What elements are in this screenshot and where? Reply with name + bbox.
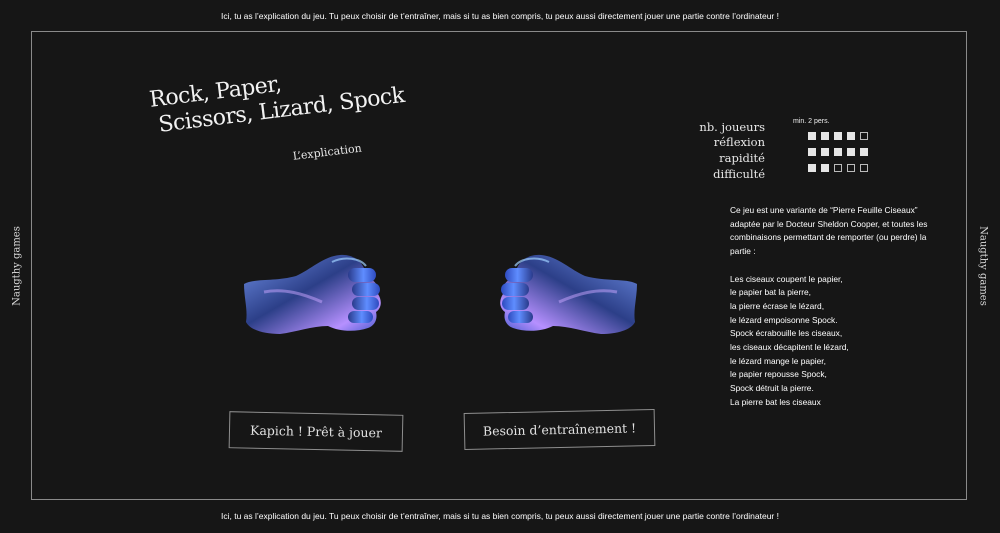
rule-line: Spock écrabouille les ciseaux, [730,328,843,339]
rating-box-filled [860,148,868,156]
rule-line: le papier bat la pierre, [730,287,812,298]
rating-box-filled [847,148,855,156]
rating-box-filled [808,164,816,172]
players-note: min. 2 pers. [793,118,830,125]
players-label: nb. joueurs [699,120,765,134]
reflexion-label: réflexion [713,135,765,149]
play-button[interactable]: Kapich ! Prêt à jouer [228,411,404,452]
brand-label-right: Naugthy games [977,226,989,306]
rating-box-filled [834,132,842,140]
rules-description: Ce jeu est une variante de “Pierre Feuil… [730,204,935,410]
reflexion-rating [808,132,868,140]
rule-line: le lézard empoisonne Spock. [730,314,838,325]
rapidite-label: rapidité [719,151,765,165]
difficulte-rating [808,164,868,172]
rating-box-filled [847,132,855,140]
bottom-banner-text: Ici, tu as l’explication du jeu. Tu peux… [221,511,779,521]
rating-box-filled [808,132,816,140]
rapidite-rating [808,148,868,156]
brand-label-left: Naugthy games [11,226,23,306]
rating-box-filled [821,148,829,156]
rating-box-filled [808,148,816,156]
rating-box-empty [847,164,855,172]
rule-line: Les ciseaux coupent le papier, [730,273,843,284]
rule-line: les ciseaux décapitent le lézard, [730,342,849,353]
rating-box-empty [834,164,842,172]
difficulte-label: difficulté [713,167,765,181]
rating-box-filled [821,132,829,140]
rating-box-filled [834,148,842,156]
left-fist-icon [244,254,381,334]
right-fist-icon [500,254,637,334]
training-button[interactable]: Besoin d’entraînement ! [463,409,656,450]
rule-line: la pierre écrase le lézard, [730,300,825,311]
rating-box-empty [860,164,868,172]
rule-line: Spock détruit la pierre. [730,383,814,394]
rule-line: La pierre bat les ciseaux [730,396,821,407]
rule-line: le lézard mange le papier, [730,355,826,366]
rules-list: Les ciseaux coupent le papier, le papier … [730,273,935,410]
rating-box-filled [821,164,829,172]
rating-box-empty [860,132,868,140]
rules-intro: Ce jeu est une variante de “Pierre Feuil… [730,205,928,257]
top-banner-text: Ici, tu as l’explication du jeu. Tu peux… [221,11,779,21]
rule-line: le papier repousse Spock, [730,369,827,380]
